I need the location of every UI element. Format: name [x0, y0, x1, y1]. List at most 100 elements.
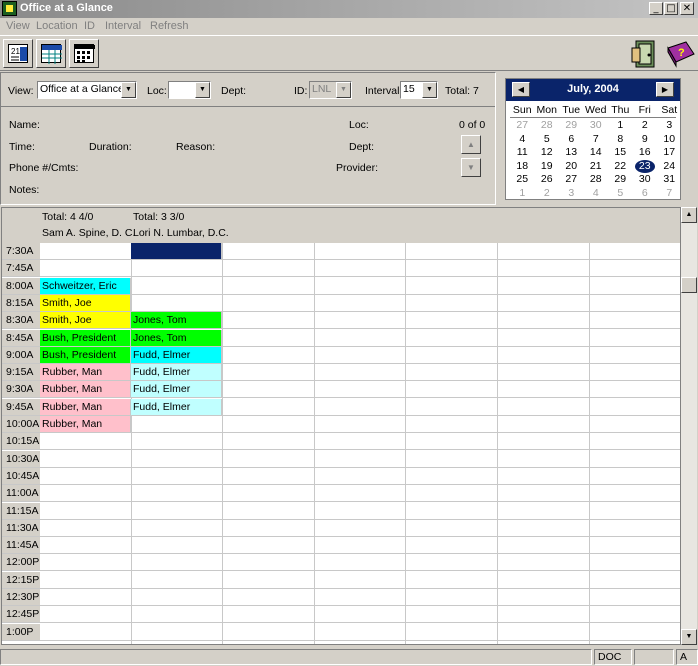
- menu-id[interactable]: ID: [84, 20, 95, 32]
- interval-select[interactable]: 15 ▼: [400, 81, 438, 99]
- appointment-slot[interactable]: Schweitzer, Eric: [40, 277, 131, 295]
- record-up-button[interactable]: ▲: [461, 135, 481, 154]
- time-slot-row[interactable]: [2, 260, 680, 278]
- scroll-up-button[interactable]: ▲: [681, 207, 697, 223]
- time-slot-row[interactable]: [2, 624, 680, 641]
- calendar-day[interactable]: 5: [608, 187, 633, 200]
- maximize-button[interactable]: □: [664, 2, 678, 15]
- minimize-button[interactable]: _: [649, 2, 663, 15]
- time-slot-row[interactable]: [2, 433, 680, 451]
- calendar-day[interactable]: 15: [608, 146, 633, 159]
- time-slot-row[interactable]: [2, 520, 680, 537]
- record-down-button[interactable]: ▼: [461, 158, 481, 177]
- provider-name[interactable]: Lori N. Lumbar, D.C.: [133, 227, 229, 239]
- exit-door-icon[interactable]: [630, 38, 662, 70]
- calendar-day[interactable]: 22: [608, 160, 633, 173]
- appointment-slot[interactable]: Bush, President: [40, 329, 131, 347]
- calendar-day[interactable]: 13: [559, 146, 584, 159]
- time-slot-row[interactable]: [2, 243, 680, 260]
- calendar-day[interactable]: 1: [608, 119, 633, 132]
- calendar-day[interactable]: 11: [510, 146, 535, 159]
- calendar-day[interactable]: 2: [633, 119, 658, 132]
- help-book-icon[interactable]: ?: [664, 38, 696, 70]
- time-slot-row[interactable]: [2, 606, 680, 624]
- calendar-day[interactable]: 4: [584, 187, 609, 200]
- time-slot-row[interactable]: [2, 485, 680, 503]
- calendar-day[interactable]: 8: [608, 133, 633, 146]
- calendar-day[interactable]: 6: [633, 187, 658, 200]
- calendar-day[interactable]: 7: [584, 133, 609, 146]
- calendar-day[interactable]: 18: [510, 160, 535, 173]
- calendar-day[interactable]: 27: [510, 119, 535, 132]
- appointment-slot[interactable]: Fudd, Elmer: [131, 381, 222, 399]
- appointment-slot[interactable]: Fudd, Elmer: [131, 398, 222, 416]
- calendar-day[interactable]: 28: [535, 119, 560, 132]
- grid-view-button[interactable]: [36, 39, 66, 68]
- calendar-day[interactable]: 2: [535, 187, 560, 200]
- calendar-day[interactable]: 20: [559, 160, 584, 173]
- calendar-day[interactable]: 1: [510, 187, 535, 200]
- calendar-day[interactable]: 27: [559, 173, 584, 186]
- appointment-slot[interactable]: Jones, Tom: [131, 312, 222, 330]
- scroll-thumb[interactable]: [681, 277, 697, 293]
- calendar-day[interactable]: 25: [510, 173, 535, 186]
- calendar-day[interactable]: 30: [584, 119, 609, 132]
- vertical-scrollbar[interactable]: ▲ ▼: [681, 207, 697, 645]
- appointment-slot[interactable]: Fudd, Elmer: [131, 364, 222, 382]
- calendar-day[interactable]: 17: [657, 146, 682, 159]
- time-slot-row[interactable]: [2, 572, 680, 589]
- calendar-day[interactable]: 3: [559, 187, 584, 200]
- appointment-slot[interactable]: Rubber, Man: [40, 381, 131, 399]
- calendar-day[interactable]: 24: [657, 160, 682, 173]
- time-slot-row[interactable]: [2, 503, 680, 520]
- scroll-down-button[interactable]: ▼: [681, 629, 697, 645]
- menu-view[interactable]: View: [6, 20, 30, 32]
- calendar-grid-button[interactable]: [69, 39, 99, 68]
- date-list-button[interactable]: 21: [3, 39, 33, 68]
- time-slot-row[interactable]: [2, 589, 680, 606]
- calendar-day[interactable]: 30: [633, 173, 658, 186]
- time-slot-row[interactable]: [2, 451, 680, 468]
- appointment-slot[interactable]: Fudd, Elmer: [131, 346, 222, 364]
- appointment-slot[interactable]: Jones, Tom: [131, 329, 222, 347]
- appointment-slot[interactable]: Bush, President: [40, 346, 131, 364]
- appointment-slot[interactable]: Rubber, Man: [40, 416, 131, 433]
- close-button[interactable]: ✕: [680, 2, 694, 15]
- menu-interval[interactable]: Interval: [105, 20, 141, 32]
- calendar-day[interactable]: 4: [510, 133, 535, 146]
- provider-name[interactable]: Sam A. Spine, D. C.: [42, 227, 135, 239]
- calendar-day[interactable]: 5: [535, 133, 560, 146]
- calendar-day[interactable]: 21: [584, 160, 609, 173]
- time-slot-row[interactable]: [2, 468, 680, 485]
- calendar-day[interactable]: 29: [608, 173, 633, 186]
- calendar-day[interactable]: 7: [657, 187, 682, 200]
- loc-select[interactable]: ▼: [168, 81, 211, 99]
- calendar-day[interactable]: 12: [535, 146, 560, 159]
- calendar-day[interactable]: 10: [657, 133, 682, 146]
- calendar-day[interactable]: 9: [633, 133, 658, 146]
- calendar-day[interactable]: 6: [559, 133, 584, 146]
- calendar-day[interactable]: 23: [633, 159, 658, 173]
- menu-refresh[interactable]: Refresh: [150, 20, 189, 32]
- id-select[interactable]: LNL ▼: [309, 81, 352, 99]
- time-slot-row[interactable]: [2, 554, 680, 572]
- next-month-button[interactable]: ▶: [656, 82, 674, 97]
- calendar-day[interactable]: 14: [584, 146, 609, 159]
- calendar-day[interactable]: 3: [657, 119, 682, 132]
- calendar-day[interactable]: 26: [535, 173, 560, 186]
- appointment-slot[interactable]: Rubber, Man: [40, 398, 131, 416]
- time-slot-row[interactable]: [2, 537, 680, 555]
- title-bar: Office at a Glance _ □ ✕: [0, 0, 698, 18]
- menu-location[interactable]: Location: [36, 20, 78, 32]
- appointment-slot[interactable]: Rubber, Man: [40, 364, 131, 382]
- view-select[interactable]: Office at a Glance ▼: [37, 81, 137, 99]
- calendar-day[interactable]: 19: [535, 160, 560, 173]
- selected-slot[interactable]: [131, 243, 222, 260]
- appointment-slot[interactable]: Smith, Joe: [40, 294, 131, 312]
- calendar-day[interactable]: 31: [657, 173, 682, 186]
- calendar-day[interactable]: 29: [559, 119, 584, 132]
- appointment-slot[interactable]: Smith, Joe: [40, 312, 131, 330]
- time-label: 8:15A: [2, 294, 40, 312]
- calendar-day[interactable]: 28: [584, 173, 609, 186]
- calendar-day[interactable]: 16: [633, 146, 658, 159]
